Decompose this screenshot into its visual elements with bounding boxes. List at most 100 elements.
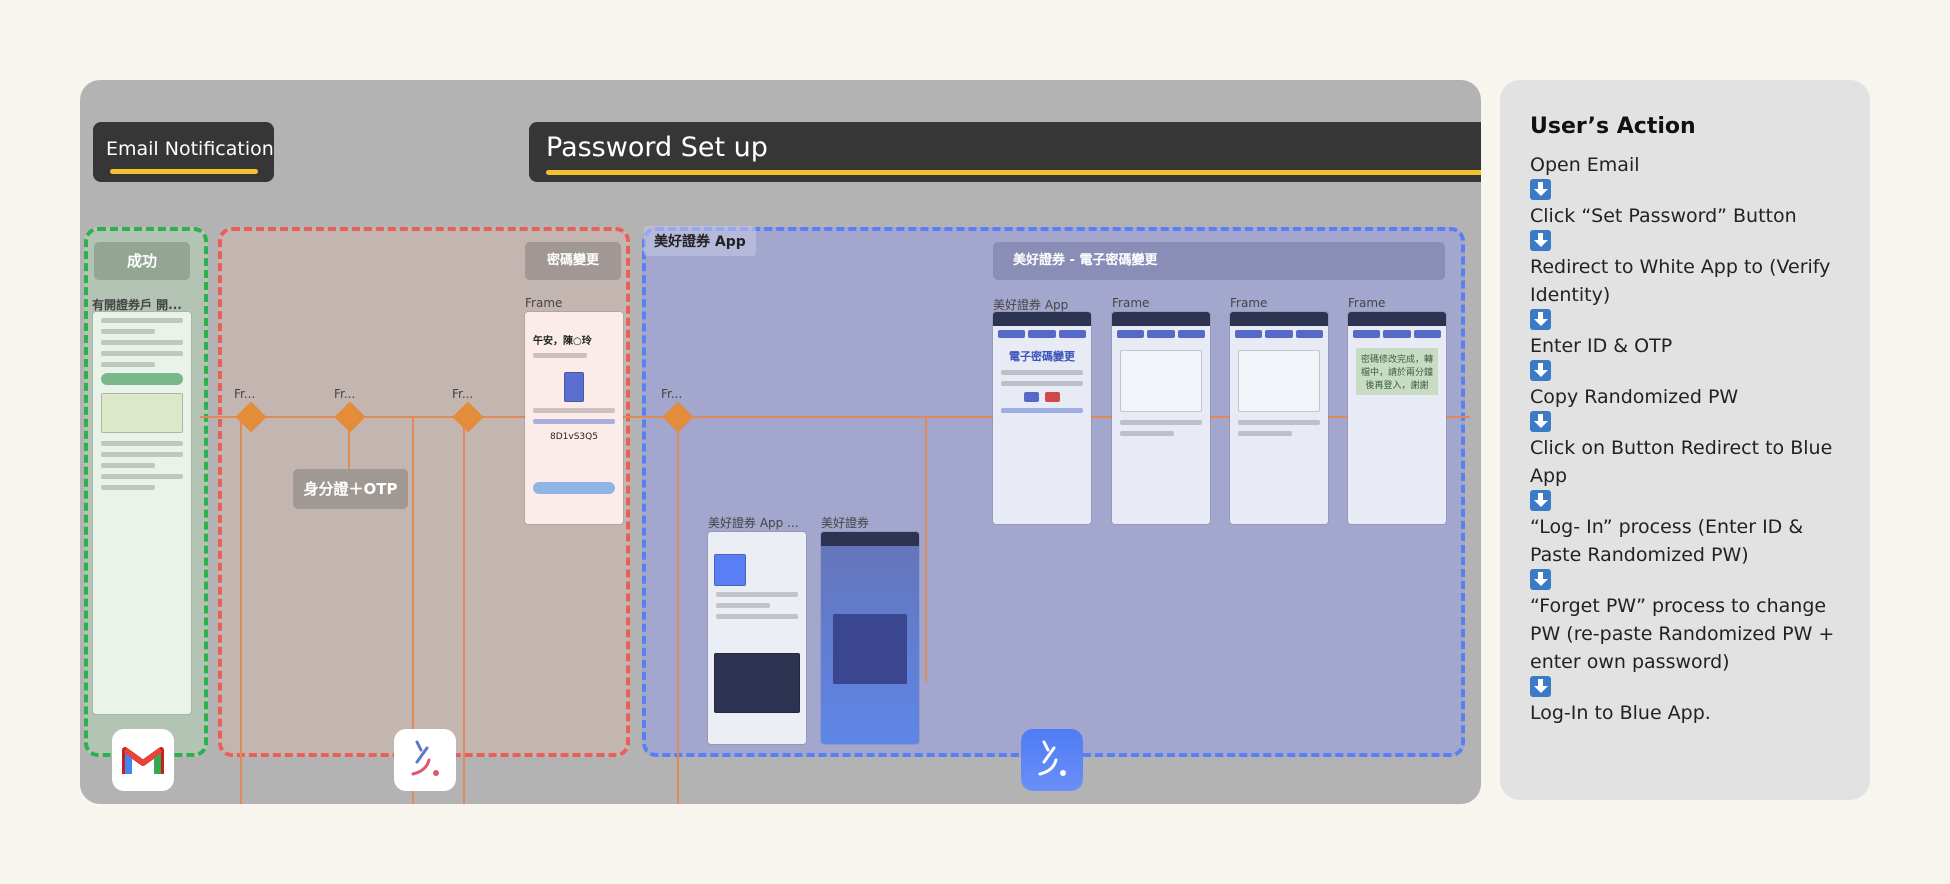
down-arrow-item bbox=[1530, 490, 1840, 511]
email-frame-label: 有開證券戶 開... bbox=[92, 298, 182, 312]
status-bar bbox=[1230, 312, 1328, 326]
tab-chips bbox=[1112, 326, 1210, 342]
randomized-pw-screen: 午安，陳○玲 8D1vS3Q5 bbox=[525, 312, 623, 524]
form-card-thumb bbox=[1120, 350, 1202, 412]
down-arrow-item bbox=[1530, 676, 1840, 697]
pw-change-done-screen: 密碼修改完成，轉檔中，請於兩分鐘後再登入，謝謝 bbox=[1348, 312, 1446, 524]
step-item: Open Email bbox=[1530, 154, 1640, 176]
placeholder-line bbox=[101, 329, 155, 334]
preview-thumb bbox=[714, 653, 800, 713]
step-item: “Forget PW” process to change PW (re-pas… bbox=[1530, 595, 1835, 673]
fr-label: Fr... bbox=[234, 387, 256, 401]
step-item: Click on Button Redirect to Blue App bbox=[1530, 437, 1833, 487]
placeholder-line bbox=[1238, 431, 1292, 436]
chip bbox=[1295, 330, 1323, 338]
down-arrow-icon bbox=[1530, 230, 1551, 251]
placeholder-line bbox=[1001, 381, 1083, 386]
tab-chips bbox=[1348, 326, 1446, 342]
step-item: Log-In to Blue App. bbox=[1530, 702, 1711, 724]
randomized-pw-code: 8D1vS3Q5 bbox=[550, 432, 598, 442]
password-setup-header: Password Set up bbox=[529, 122, 1481, 182]
step-item: “Log- In” process (Enter ID & Paste Rand… bbox=[1530, 516, 1804, 566]
blue-app-icon bbox=[1021, 729, 1083, 791]
placeholder-line bbox=[101, 362, 155, 367]
email-screenshot bbox=[93, 312, 191, 714]
flow-board: Email Notification Password Set up 美好證券 … bbox=[80, 80, 1481, 804]
placeholder-line bbox=[1238, 420, 1320, 425]
down-arrow-item bbox=[1530, 360, 1840, 381]
placeholder-line bbox=[1120, 420, 1202, 425]
placeholder-line bbox=[101, 340, 183, 345]
down-arrow-icon bbox=[1530, 569, 1551, 590]
down-arrow-icon bbox=[1530, 676, 1551, 697]
chip bbox=[1235, 330, 1263, 338]
flow-connector bbox=[240, 417, 242, 804]
app-logo-thumb bbox=[564, 372, 584, 402]
placeholder-line bbox=[716, 592, 798, 597]
placeholder-line bbox=[101, 485, 155, 490]
chip bbox=[1028, 330, 1056, 338]
placeholder-line bbox=[1001, 408, 1083, 413]
email-notification-label: Email Notification bbox=[106, 138, 274, 160]
chip bbox=[1265, 330, 1293, 338]
pw-change-tag: 密碼變更 bbox=[525, 242, 621, 280]
email-notification-header: Email Notification bbox=[93, 122, 274, 182]
chip bbox=[1413, 330, 1441, 338]
flow-connector bbox=[463, 417, 465, 804]
blue-app-login-screen bbox=[821, 532, 919, 744]
step-item: Click “Set Password” Button bbox=[1530, 205, 1797, 227]
illustration-thumb bbox=[101, 393, 183, 433]
blue-app-frame-label: 美好證券 bbox=[821, 516, 870, 530]
pw-change-done-message: 密碼修改完成，轉檔中，請於兩分鐘後再登入，謝謝 bbox=[1356, 348, 1438, 395]
status-bar bbox=[993, 312, 1091, 326]
chip bbox=[1177, 330, 1205, 338]
appstore-screen bbox=[708, 532, 806, 744]
redirect-button-thumb bbox=[533, 482, 615, 494]
white-app-frame-label: 美好證券 App bbox=[993, 298, 1069, 312]
app-zone-label: 美好證券 App bbox=[644, 226, 756, 256]
form-card-thumb bbox=[1238, 350, 1320, 412]
placeholder-line bbox=[716, 614, 798, 619]
chip bbox=[1353, 330, 1381, 338]
down-arrow-icon bbox=[1530, 179, 1551, 200]
gmail-icon bbox=[112, 729, 174, 791]
down-arrow-item bbox=[1530, 309, 1840, 330]
id-otp-tag: 身分證＋OTP bbox=[293, 469, 408, 509]
tab-chips bbox=[1230, 326, 1328, 342]
confirm-button-thumb bbox=[1024, 392, 1039, 402]
down-arrow-item bbox=[1530, 230, 1840, 251]
placeholder-line bbox=[1001, 370, 1083, 375]
placeholder-line bbox=[716, 603, 770, 608]
placeholder-line bbox=[101, 318, 183, 323]
chip bbox=[1117, 330, 1145, 338]
down-arrow-icon bbox=[1530, 411, 1551, 432]
pw-change-title: 電子密碼變更 bbox=[1009, 350, 1075, 363]
placeholder-line bbox=[533, 419, 615, 424]
down-arrow-icon bbox=[1530, 360, 1551, 381]
pw-change-screen-1: 電子密碼變更 bbox=[993, 312, 1091, 524]
down-arrow-icon bbox=[1530, 309, 1551, 330]
down-arrow-item bbox=[1530, 569, 1840, 590]
set-password-button-thumb bbox=[101, 373, 183, 385]
fr-label: Fr... bbox=[452, 387, 474, 401]
step-item: Enter ID & OTP bbox=[1530, 335, 1673, 357]
chip bbox=[1383, 330, 1411, 338]
placeholder-line bbox=[101, 474, 183, 479]
appstore-frame-label: 美好證券 App ... bbox=[708, 516, 799, 530]
pw-change-screen-2 bbox=[1112, 312, 1210, 524]
tab-chips bbox=[993, 326, 1091, 342]
cancel-button-thumb bbox=[1045, 392, 1060, 402]
chip bbox=[1147, 330, 1175, 338]
step-item: Redirect to White App to (Verify Identit… bbox=[1530, 256, 1831, 306]
placeholder-line bbox=[101, 441, 183, 446]
placeholder-line bbox=[1120, 431, 1174, 436]
password-setup-underline bbox=[546, 170, 1481, 175]
user-action-panel: User’s Action Open Email Click “Set Pass… bbox=[1500, 80, 1870, 800]
status-bar bbox=[1112, 312, 1210, 326]
placeholder-line bbox=[101, 463, 155, 468]
chip bbox=[998, 330, 1026, 338]
app-icon-thumb bbox=[714, 554, 746, 586]
password-setup-label: Password Set up bbox=[546, 132, 768, 163]
pw-change-screen-3 bbox=[1230, 312, 1328, 524]
fr-label: Fr... bbox=[334, 387, 356, 401]
